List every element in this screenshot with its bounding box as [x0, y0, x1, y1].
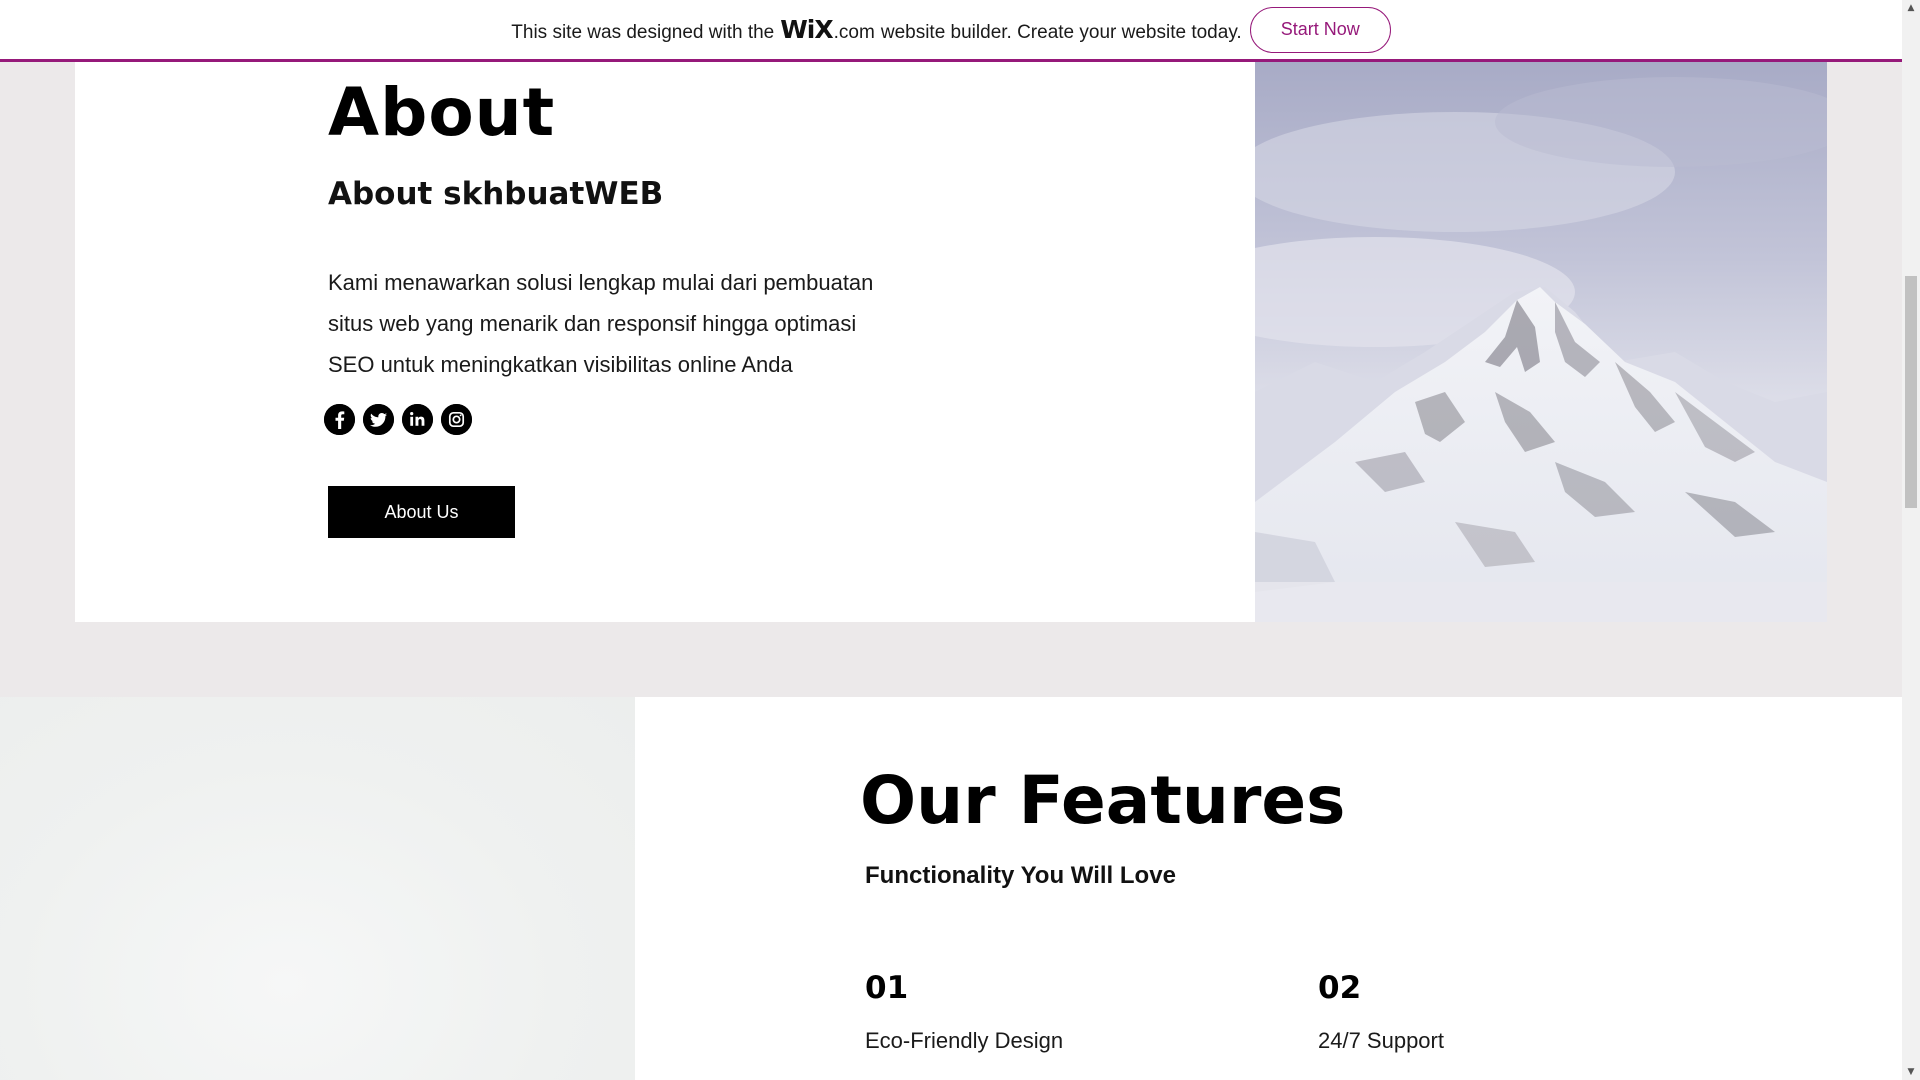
twitter-icon[interactable] — [363, 404, 394, 435]
about-subheading: About skhbuatWEB — [328, 176, 664, 212]
features-background-image — [0, 697, 635, 1080]
about-heading: About — [328, 74, 556, 151]
instagram-icon[interactable] — [441, 404, 472, 435]
wix-logo-suffix: .com — [833, 22, 875, 43]
features-subheading: Functionality You Will Love — [865, 862, 1176, 889]
feature-number-2: 02 — [1318, 970, 1362, 1006]
feature-number-1: 01 — [865, 970, 909, 1006]
features-panel — [635, 697, 1902, 1080]
about-description: Kami menawarkan solusi lengkap mulai dar… — [328, 270, 874, 377]
facebook-icon[interactable] — [324, 404, 355, 435]
arrow-up-icon[interactable]: ▲ — [1902, 0, 1920, 16]
banner-text-before: This site was designed with the — [511, 22, 775, 43]
banner-text-after: website builder. Create your website tod… — [880, 22, 1242, 43]
features-heading: Our Features — [860, 762, 1346, 839]
social-bar — [324, 404, 472, 435]
page-scrollbar[interactable]: ▲ ▼ — [1902, 0, 1920, 1080]
wix-logo: WiX — [780, 15, 833, 44]
snowy-mountain-image — [1255, 62, 1827, 622]
arrow-down-icon[interactable]: ▼ — [1902, 1064, 1920, 1080]
scrollbar-thumb[interactable] — [1905, 276, 1917, 508]
banner-message: This site was designed with the WiX .com… — [511, 15, 1241, 44]
feature-title-1: Eco-Friendly Design — [865, 1028, 1064, 1053]
start-now-button[interactable]: Start Now — [1249, 6, 1391, 53]
linkedin-icon[interactable] — [402, 404, 433, 435]
about-us-button[interactable]: About Us — [328, 486, 515, 538]
feature-title-2: 24/7 Support — [1318, 1028, 1444, 1053]
wix-promo-banner: This site was designed with the WiX .com… — [0, 0, 1902, 62]
